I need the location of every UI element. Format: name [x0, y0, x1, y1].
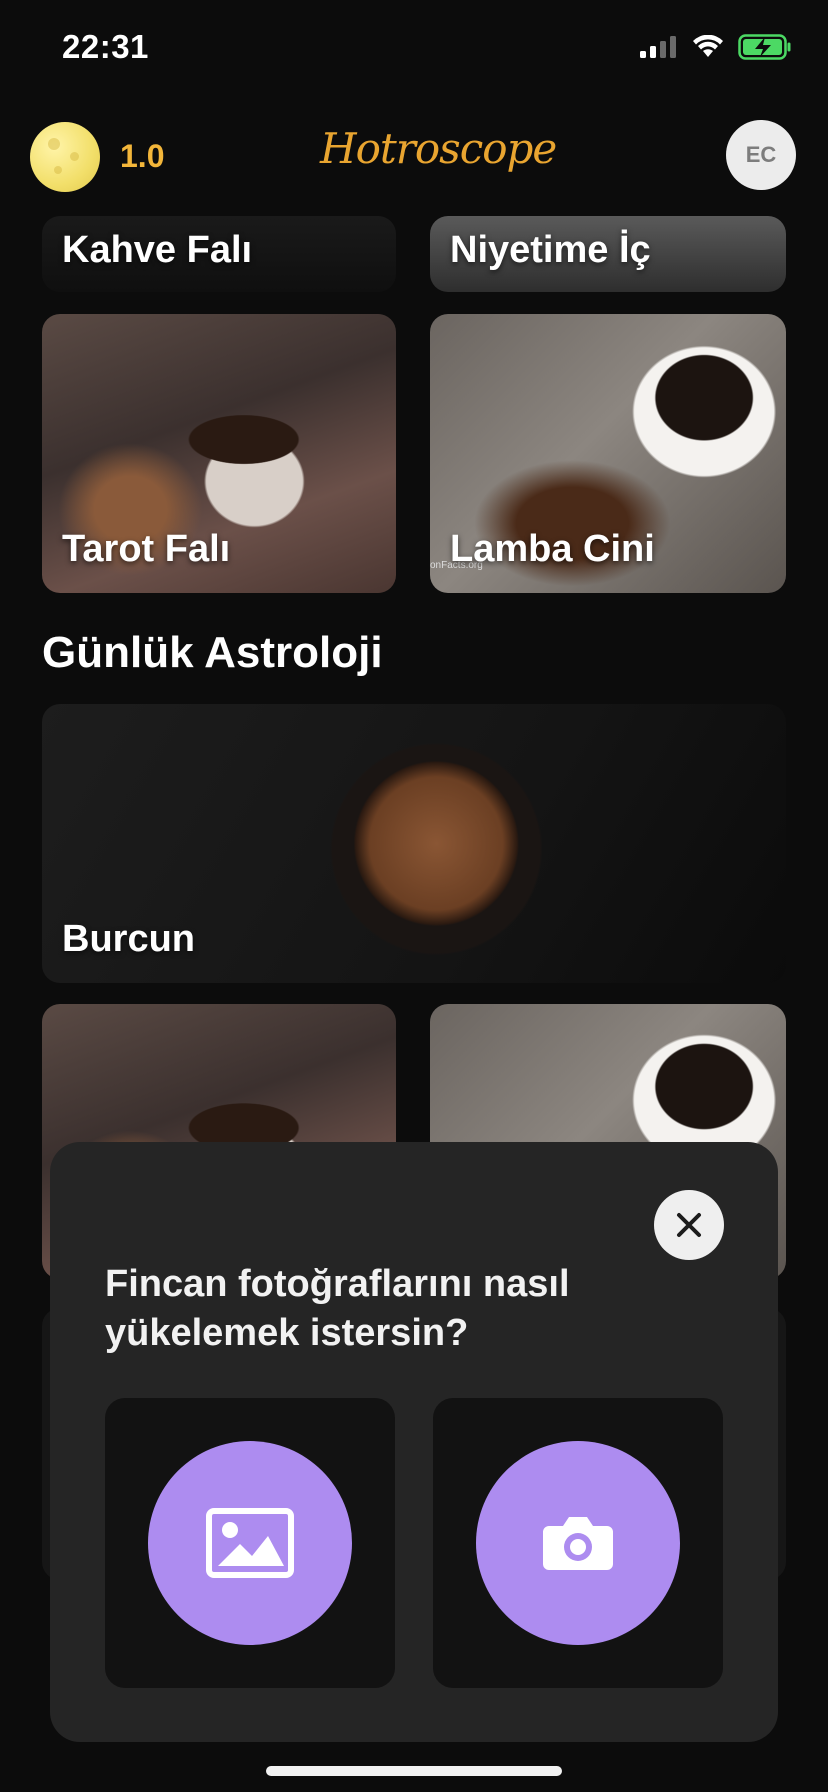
take-photo-button[interactable]: [433, 1398, 723, 1688]
camera-icon: [543, 1517, 613, 1570]
moon-credits-icon[interactable]: [30, 122, 100, 192]
card-lamba-cini[interactable]: onFacts.org Lamba Cini: [430, 314, 786, 593]
home-indicator[interactable]: [266, 1766, 562, 1776]
card-label: Burcun: [62, 918, 195, 960]
close-button[interactable]: [654, 1190, 724, 1260]
signal-icon: [640, 36, 676, 58]
card-niyetime-ic[interactable]: Niyetime İç: [430, 216, 786, 292]
card-tarot-fali[interactable]: Tarot Falı: [42, 314, 396, 593]
card-label: Lamba Cini: [450, 528, 655, 570]
card-label: Tarot Falı: [62, 528, 231, 570]
camera-circle: [476, 1441, 680, 1645]
wifi-icon: [693, 35, 723, 57]
status-time: 22:31: [62, 28, 149, 65]
modal-title: Fincan fotoğraflarını nasıl yükelemek is…: [105, 1263, 570, 1354]
section-title: Günlük Astroloji: [42, 628, 383, 677]
upload-from-gallery-button[interactable]: [105, 1398, 395, 1688]
credit-balance: 1.0: [120, 138, 165, 174]
app-logo: Hotroscope: [320, 124, 557, 173]
card-burcun[interactable]: Burcun: [42, 704, 786, 983]
battery-charging-icon: [738, 34, 791, 60]
close-icon: [677, 1213, 701, 1237]
card-kahve-fali[interactable]: Kahve Falı: [42, 216, 396, 292]
profile-avatar[interactable]: EC: [726, 120, 796, 190]
gallery-circle: [148, 1441, 352, 1645]
card-label: Kahve Falı: [62, 229, 253, 271]
card-label: Niyetime İç: [450, 229, 651, 271]
status-icons: [640, 34, 792, 60]
image-icon: [206, 1508, 294, 1578]
